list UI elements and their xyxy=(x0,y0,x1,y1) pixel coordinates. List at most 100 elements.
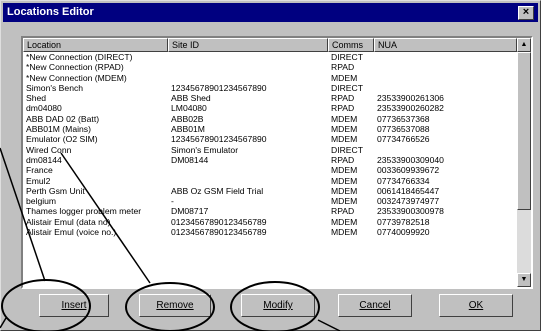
comms-cell: DIRECT xyxy=(331,144,363,155)
table-row[interactable]: *New Connection (RPAD) RPAD xyxy=(23,62,517,72)
location-cell: dm08144 xyxy=(26,154,62,165)
cancel-button-label: Cancel xyxy=(359,300,391,311)
insert-button[interactable]: Insert xyxy=(39,294,109,317)
nua-cell: 07739782518 xyxy=(377,216,430,227)
window-title: Locations Editor xyxy=(7,6,94,18)
column-header-site-id[interactable]: Site ID xyxy=(168,38,328,52)
nua-cell: 07734766334 xyxy=(377,175,430,186)
location-cell: Thames logger problem meter xyxy=(26,206,142,217)
location-cell: Wired Conn xyxy=(26,144,72,155)
table-row[interactable]: *New Connection (DIRECT) DIRECT xyxy=(23,52,517,62)
site-id-cell: 12345678901234567890 xyxy=(171,134,267,145)
location-cell: Emul2 xyxy=(26,175,51,186)
comms-cell: RPAD xyxy=(331,206,355,217)
site-id-cell: Simon's Emulator xyxy=(171,144,239,155)
location-cell: ABB01M (Mains) xyxy=(26,124,91,135)
table-row[interactable]: belgium - MDEM 0032473974977 xyxy=(23,196,517,206)
table-row[interactable]: dm04080 LM04080 RPAD 23533900260282 xyxy=(23,103,517,113)
close-button[interactable]: × xyxy=(518,6,534,20)
site-id-cell: DM08144 xyxy=(171,154,209,165)
scroll-down-button[interactable]: ▼ xyxy=(517,273,531,287)
comms-cell: MDEM xyxy=(331,165,358,176)
nua-cell: 07736537368 xyxy=(377,113,430,124)
table-row[interactable]: Emul2 MDEM 07734766334 xyxy=(23,176,517,186)
cancel-button[interactable]: Cancel xyxy=(338,294,412,317)
location-cell: Emulator (O2 SIM) xyxy=(26,134,98,145)
table-row[interactable]: ABB01M (Mains) ABB01M MDEM 07736537088 xyxy=(23,124,517,134)
nua-cell: 0033609939672 xyxy=(377,165,440,176)
site-id-cell: LM04080 xyxy=(171,103,207,114)
site-id-cell: ABB Oz GSM Field Trial xyxy=(171,185,264,196)
comms-cell: DIRECT xyxy=(331,52,363,62)
location-cell: France xyxy=(26,165,53,176)
comms-cell: MDEM xyxy=(331,113,358,124)
nua-cell: 07740099920 xyxy=(377,227,430,238)
comms-cell: MDEM xyxy=(331,227,358,238)
comms-cell: RPAD xyxy=(331,103,355,114)
location-cell: Perth Gsm Unit xyxy=(26,185,85,196)
table-row[interactable]: ABB DAD 02 (Batt) ABB02B MDEM 07736537368 xyxy=(23,114,517,124)
location-cell: belgium xyxy=(26,196,57,207)
comms-cell: MDEM xyxy=(331,175,358,186)
site-id-cell: ABB Shed xyxy=(171,93,211,104)
nua-cell: 23533900261306 xyxy=(377,93,444,104)
scroll-thumb[interactable] xyxy=(517,52,531,210)
nua-cell: 23533900309040 xyxy=(377,154,444,165)
nua-cell: 23533900260282 xyxy=(377,103,444,114)
table-row[interactable]: *New Connection (MDEM) MDEM xyxy=(23,73,517,83)
remove-button-label: Remove xyxy=(156,300,194,311)
column-headers: Location Site ID Comms NUA xyxy=(23,38,517,52)
nua-cell: 0032473974977 xyxy=(377,196,440,207)
remove-button[interactable]: Remove xyxy=(139,294,211,317)
table-row[interactable]: Alistair Emul (data no) 01234567890123456… xyxy=(23,217,517,227)
site-id-cell: ABB01M xyxy=(171,124,205,135)
list-rows: *New Connection (DIRECT) DIRECT *New Conne… xyxy=(23,52,517,237)
locations-list[interactable]: Location Site ID Comms NUA *New Connecti… xyxy=(21,36,533,289)
scroll-up-button[interactable]: ▲ xyxy=(517,38,531,52)
comms-cell: RPAD xyxy=(331,93,355,104)
location-cell: *New Connection (RPAD) xyxy=(26,62,124,73)
site-id-cell: ABB02B xyxy=(171,113,204,124)
site-id-cell: - xyxy=(171,196,174,207)
comms-cell: MDEM xyxy=(331,124,358,135)
site-id-cell: DM08717 xyxy=(171,206,209,217)
site-id-cell: 01234567890123456789 xyxy=(171,227,267,238)
vertical-scrollbar[interactable]: ▲ ▼ xyxy=(517,38,531,287)
comms-cell: RPAD xyxy=(331,62,355,73)
comms-cell: MDEM xyxy=(331,216,358,227)
scroll-down-icon: ▼ xyxy=(520,276,528,283)
title-bar: Locations Editor × xyxy=(3,3,538,22)
table-row[interactable]: Simon's Bench 12345678901234567890 DIRECT xyxy=(23,83,517,93)
site-id-cell: 12345678901234567890 xyxy=(171,82,267,93)
table-row[interactable]: Wired Conn Simon's Emulator DIRECT xyxy=(23,145,517,155)
modify-button-label: Modify xyxy=(263,300,293,311)
location-cell: Shed xyxy=(26,93,47,104)
table-row[interactable]: dm08144 DM08144 RPAD 23533900309040 xyxy=(23,155,517,165)
table-row[interactable]: Shed ABB Shed RPAD 23533900261306 xyxy=(23,93,517,103)
close-icon: × xyxy=(522,6,530,18)
location-cell: Alistair Emul (voice no.) xyxy=(26,227,117,238)
location-cell: *New Connection (DIRECT) xyxy=(26,52,133,62)
nua-cell: 23533900300978 xyxy=(377,206,444,217)
comms-cell: RPAD xyxy=(331,154,355,165)
table-row[interactable]: Alistair Emul (voice no.) 012345678901234… xyxy=(23,227,517,237)
column-header-nua[interactable]: NUA xyxy=(374,38,517,52)
insert-button-label: Insert xyxy=(61,300,87,311)
column-header-comms[interactable]: Comms xyxy=(328,38,374,52)
nua-cell: 07734766526 xyxy=(377,134,430,145)
comms-cell: MDEM xyxy=(331,196,358,207)
table-row[interactable]: France MDEM 0033609939672 xyxy=(23,165,517,175)
modify-button[interactable]: Modify xyxy=(241,294,315,317)
table-row[interactable]: Perth Gsm Unit ABB Oz GSM Field Trial MDEM… xyxy=(23,186,517,196)
location-cell: dm04080 xyxy=(26,103,62,114)
table-row[interactable]: Thames logger problem meter DM08717 RPAD 23… xyxy=(23,206,517,216)
comms-cell: MDEM xyxy=(331,72,358,83)
scroll-up-icon: ▲ xyxy=(520,41,528,48)
ok-button[interactable]: OK xyxy=(439,294,513,317)
comms-cell: DIRECT xyxy=(331,82,363,93)
site-id-cell: 01234567890123456789 xyxy=(171,216,267,227)
location-cell: Alistair Emul (data no) xyxy=(26,216,111,227)
column-header-location[interactable]: Location xyxy=(23,38,168,52)
location-cell: *New Connection (MDEM) xyxy=(26,72,127,83)
table-row[interactable]: Emulator (O2 SIM) 12345678901234567890 MDE… xyxy=(23,134,517,144)
